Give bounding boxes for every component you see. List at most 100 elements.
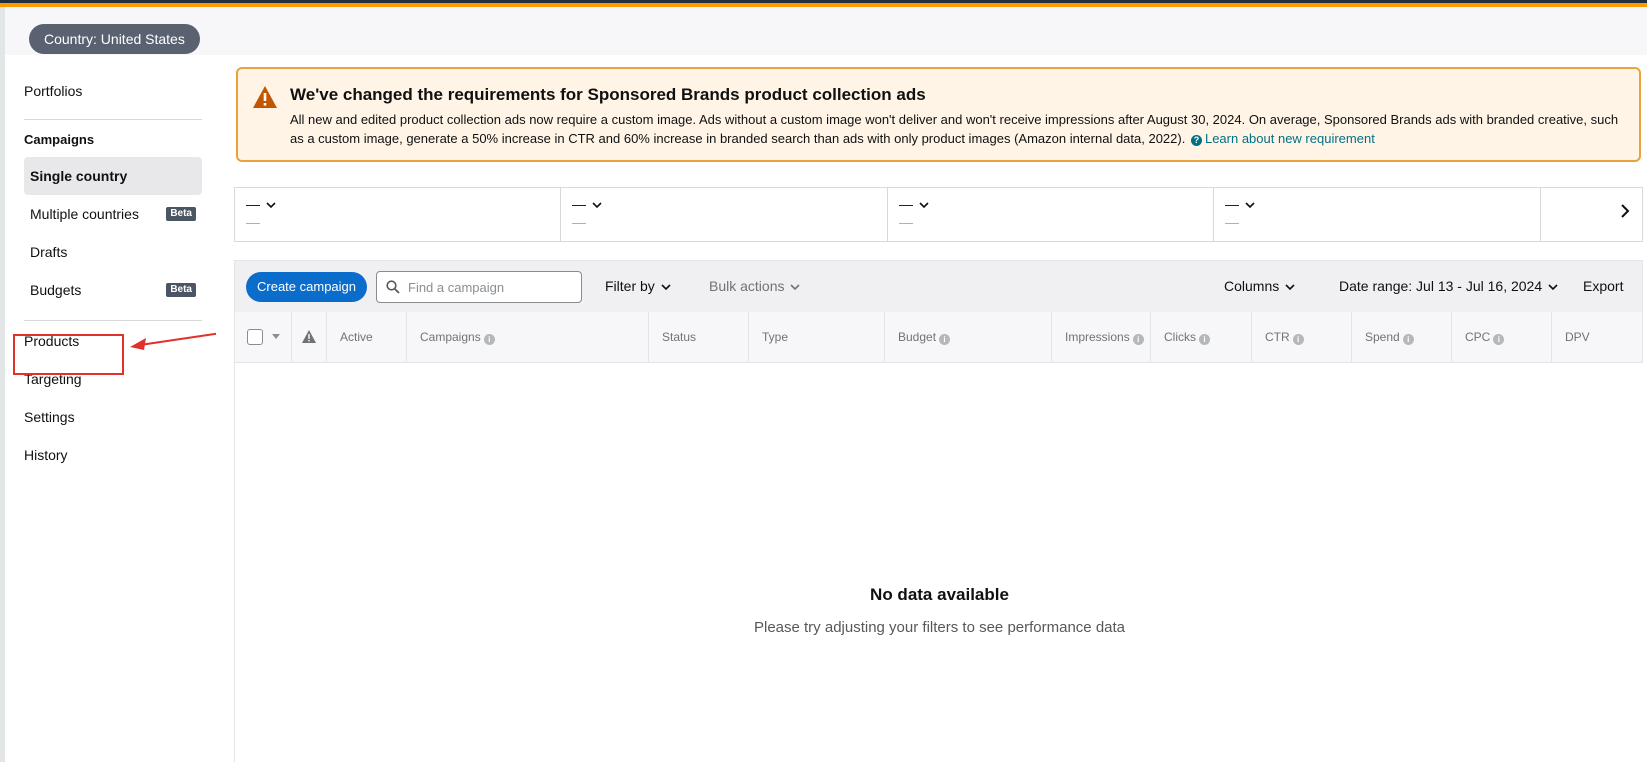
empty-state-subtitle: Please try adjusting your filters to see… <box>753 619 1126 636</box>
top-accent-bar <box>0 0 1647 7</box>
country-selector-button[interactable]: Country: United States <box>29 24 200 54</box>
chevron-down-icon <box>790 284 801 290</box>
sidebar-divider <box>24 320 202 321</box>
info-icon: i <box>1402 334 1414 345</box>
column-header-spend[interactable]: Spend i <box>1365 330 1414 345</box>
sidebar-item-multiple-countries[interactable]: Multiple countries Beta <box>24 195 202 233</box>
metric-card[interactable]: — — <box>561 188 888 241</box>
sidebar-divider <box>24 119 202 120</box>
beta-badge: Beta <box>166 207 196 221</box>
metric-value: — <box>1225 214 1239 230</box>
info-icon: i <box>939 334 951 345</box>
column-separator <box>291 312 292 362</box>
bulk-actions-dropdown[interactable]: Bulk actions <box>709 278 801 294</box>
date-range-dropdown[interactable]: Date range: Jul 13 - Jul 16, 2024 <box>1339 278 1558 294</box>
column-header-budget[interactable]: Budget i <box>898 330 951 345</box>
metric-label: — <box>899 196 913 212</box>
select-all-checkbox[interactable] <box>247 329 263 345</box>
create-campaign-button[interactable]: Create campaign <box>246 272 367 302</box>
metric-label: — <box>246 196 260 212</box>
column-header-active[interactable]: Active <box>340 330 373 344</box>
info-icon: ? <box>1190 135 1202 146</box>
products-highlight-box <box>13 334 124 375</box>
chevron-down-icon <box>592 202 602 209</box>
search-box <box>376 271 582 303</box>
chevron-down-icon <box>1285 284 1295 290</box>
table-body: No data available Please try adjusting y… <box>234 363 1643 762</box>
sidebar-item-portfolios[interactable]: Portfolios <box>24 83 82 99</box>
column-separator <box>1351 312 1352 362</box>
column-header-status[interactable]: Status <box>662 330 696 344</box>
sidebar-heading-campaigns: Campaigns <box>24 132 95 147</box>
chevron-down-icon <box>919 202 929 209</box>
columns-dropdown[interactable]: Columns <box>1224 278 1295 294</box>
filter-by-label: Filter by <box>605 278 655 294</box>
warning-icon <box>302 330 316 343</box>
chevron-down-icon <box>266 202 276 209</box>
sidebar-item-budgets[interactable]: Budgets Beta <box>24 271 202 309</box>
metric-value: — <box>899 214 913 230</box>
column-separator <box>326 312 327 362</box>
sidebar: Portfolios Campaigns Single country Mult… <box>5 55 216 762</box>
column-separator <box>648 312 649 362</box>
metric-card[interactable]: — — <box>235 188 561 241</box>
column-header-campaigns[interactable]: Campaigns i <box>420 330 495 345</box>
column-header-clicks[interactable]: Clicks i <box>1164 330 1210 345</box>
search-icon <box>386 280 400 294</box>
export-button[interactable]: Export <box>1583 278 1623 294</box>
chevron-down-icon <box>1245 202 1255 209</box>
search-input[interactable] <box>408 278 573 296</box>
chevron-right-icon[interactable] <box>1620 203 1630 219</box>
column-label: Impressions <box>1065 330 1130 344</box>
bulk-actions-label: Bulk actions <box>709 278 785 294</box>
sidebar-item-label: Drafts <box>30 244 68 260</box>
column-header-impressions[interactable]: Impressions i <box>1065 330 1144 345</box>
metric-card[interactable]: — — <box>888 188 1214 241</box>
sidebar-item-label: Budgets <box>30 282 82 298</box>
columns-label: Columns <box>1224 278 1280 294</box>
metric-value: — <box>572 214 586 230</box>
learn-more-link[interactable]: ? Learn about new requirement <box>1189 131 1375 146</box>
column-separator <box>1451 312 1452 362</box>
column-separator <box>748 312 749 362</box>
metric-label: — <box>572 196 586 212</box>
info-icon: i <box>1199 334 1210 345</box>
metrics-bar: — — — — — — — — <box>234 187 1643 242</box>
beta-badge: Beta <box>166 283 196 297</box>
column-header-type[interactable]: Type <box>762 330 788 344</box>
column-separator <box>406 312 407 362</box>
sidebar-item-single-country[interactable]: Single country <box>24 157 202 195</box>
sidebar-item-settings[interactable]: Settings <box>24 409 75 425</box>
column-header-dpv[interactable]: DPV <box>1565 330 1590 344</box>
info-icon: i <box>483 334 495 345</box>
sidebar-item-label: Multiple countries <box>30 206 139 222</box>
chevron-down-icon <box>1548 284 1558 290</box>
caret-down-icon[interactable] <box>272 334 280 339</box>
column-label: CTR <box>1265 330 1290 344</box>
empty-state-title: No data available <box>870 585 1009 604</box>
metric-card[interactable]: — — <box>1214 188 1541 241</box>
date-range-label: Date range: Jul 13 - Jul 16, 2024 <box>1339 278 1543 294</box>
alert-body-text: All new and edited product collection ad… <box>290 112 1619 146</box>
table-header: Active Campaigns i Status Type Budget i Im… <box>234 312 1643 363</box>
alert-body: All new and edited product collection ad… <box>290 110 1625 148</box>
column-label: Spend <box>1365 330 1400 344</box>
sidebar-item-history[interactable]: History <box>24 447 68 463</box>
header: Country: United States <box>5 7 1647 55</box>
info-icon: i <box>1292 334 1304 345</box>
column-header-cpc[interactable]: CPC i <box>1465 330 1505 345</box>
column-header-ctr[interactable]: CTR i <box>1265 330 1304 345</box>
info-icon: i <box>1493 334 1505 345</box>
info-icon: i <box>1132 334 1144 345</box>
metric-label: — <box>1225 196 1239 212</box>
warning-icon <box>253 86 277 108</box>
alert-title: We've changed the requirements for Spons… <box>290 85 926 104</box>
column-label: Campaigns <box>420 330 481 344</box>
column-separator <box>1251 312 1252 362</box>
chevron-down-icon <box>661 284 671 290</box>
column-separator <box>1150 312 1151 362</box>
column-label: Clicks <box>1164 330 1196 344</box>
column-label: CPC <box>1465 330 1491 344</box>
filter-by-dropdown[interactable]: Filter by <box>605 278 671 294</box>
sidebar-item-drafts[interactable]: Drafts <box>24 233 202 271</box>
